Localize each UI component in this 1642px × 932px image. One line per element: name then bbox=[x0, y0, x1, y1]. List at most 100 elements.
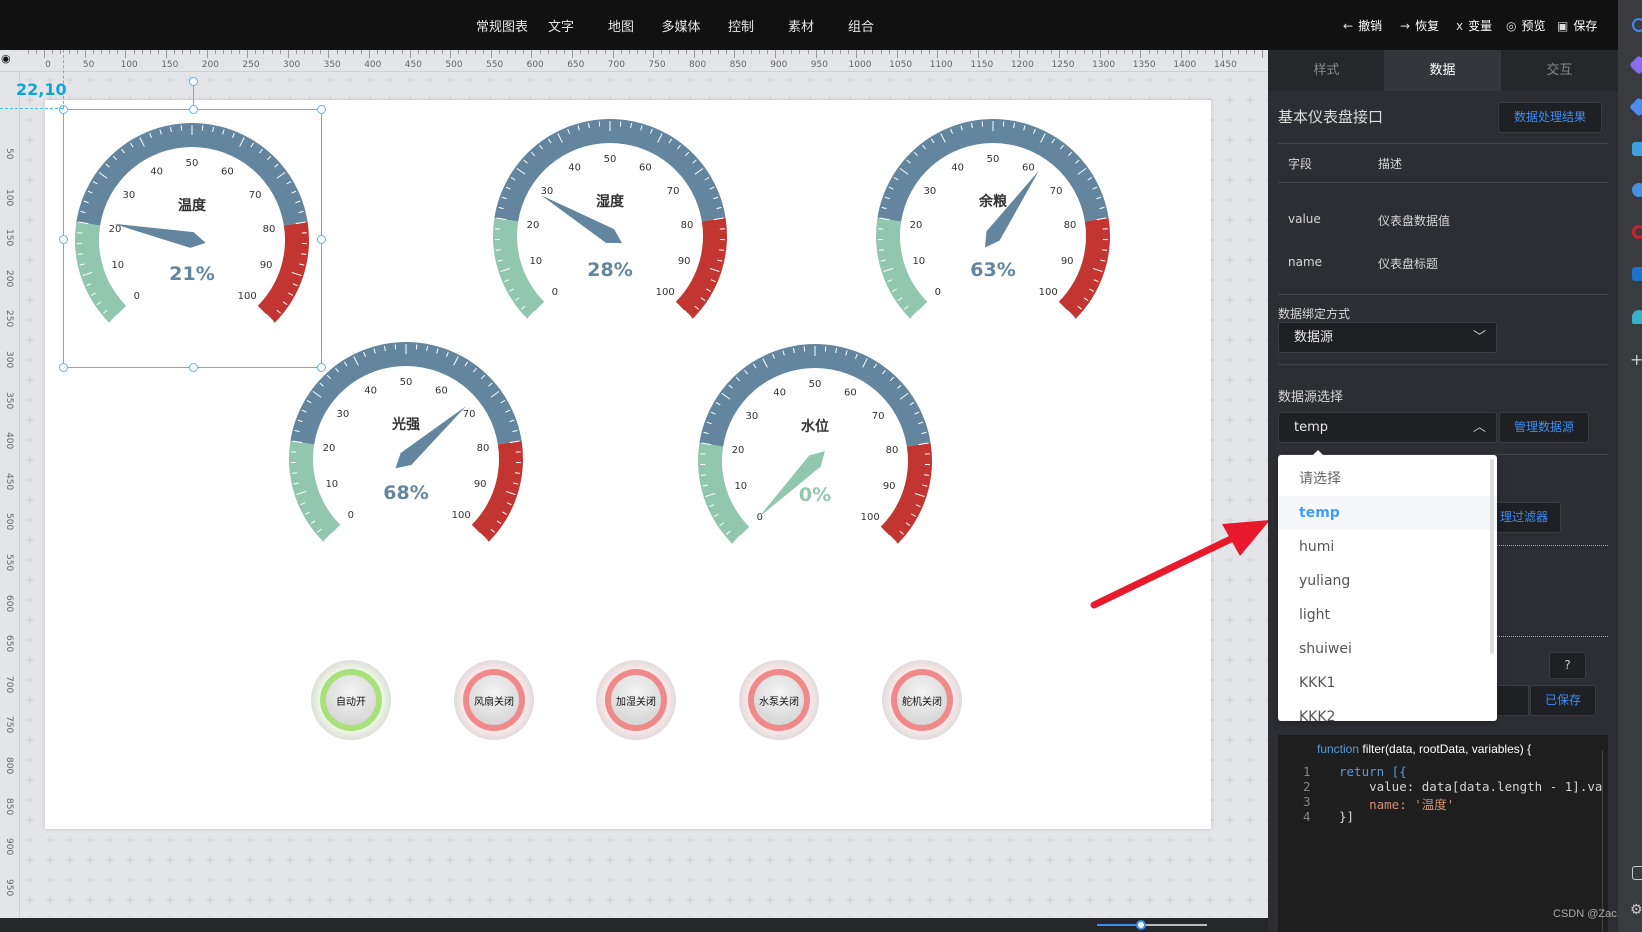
resize-handle[interactable] bbox=[189, 363, 198, 372]
editor-canvas[interactable]: 0 50 100 150 200 250 300 350 400 450 500 550 600 650 7… bbox=[0, 50, 1268, 918]
cloud-icon[interactable] bbox=[1632, 310, 1642, 324]
rotate-handle[interactable] bbox=[189, 77, 198, 86]
menu-charts[interactable]: 常规图表 bbox=[476, 16, 528, 35]
dropdown-option-shuiwei[interactable]: shuiwei bbox=[1278, 632, 1497, 666]
source-dropdown-menu: 请选择 temp humi yuliang light shuiwei KKK1… bbox=[1278, 455, 1497, 721]
dropdown-option-light[interactable]: light bbox=[1278, 598, 1497, 632]
menu-control[interactable]: 控制 bbox=[728, 16, 754, 35]
menu-text[interactable]: 文字 bbox=[548, 16, 574, 35]
editor-scrollbar[interactable] bbox=[1602, 750, 1603, 932]
gauge-tick-label: 50 bbox=[400, 377, 413, 388]
binding-select-value: 数据源 bbox=[1294, 330, 1334, 345]
switch-button[interactable]: 自动开 bbox=[311, 660, 391, 740]
menu-combo[interactable]: 组合 bbox=[848, 16, 874, 35]
resize-handle[interactable] bbox=[59, 235, 68, 244]
position-readout: 22,10 bbox=[16, 80, 67, 99]
binding-select[interactable]: 数据源 ﹀ bbox=[1278, 322, 1497, 353]
resize-handle[interactable] bbox=[189, 105, 198, 114]
gauge-tick-label: 40 bbox=[364, 386, 377, 397]
gauge-tick-label: 50 bbox=[809, 379, 822, 390]
tab-interaction[interactable]: 交互 bbox=[1501, 50, 1618, 91]
gauge-band-high bbox=[675, 217, 727, 319]
zoom-slider[interactable] bbox=[1097, 920, 1207, 930]
resize-handle[interactable] bbox=[317, 363, 326, 372]
saved-button[interactable]: 已保存 bbox=[1530, 685, 1596, 716]
undo-button[interactable]: ← 撤销 bbox=[1343, 17, 1382, 34]
gauge-tick bbox=[700, 474, 706, 476]
right-icon-strip: + ⚙ bbox=[1618, 0, 1642, 932]
dropdown-option-humi[interactable]: humi bbox=[1278, 530, 1497, 564]
gauge-tick-label: 60 bbox=[639, 163, 652, 174]
gauge-tick-label: 0 bbox=[935, 287, 941, 298]
switch-label: 风扇关闭 bbox=[469, 675, 519, 725]
code-line: value: data[data.length - 1].va bbox=[1339, 779, 1603, 794]
dropdown-option-placeholder[interactable]: 请选择 bbox=[1278, 462, 1497, 496]
diamond-icon[interactable] bbox=[1629, 97, 1642, 117]
eye-icon: ◎ bbox=[1506, 19, 1517, 33]
gauge-tick-label: 60 bbox=[1022, 163, 1035, 174]
gauge-tick-label: 40 bbox=[951, 163, 964, 174]
chevron-down-icon: ﹀ bbox=[1472, 330, 1486, 345]
manage-source-button[interactable]: 管理数据源 bbox=[1499, 412, 1589, 443]
source-select[interactable]: temp ︿ bbox=[1278, 412, 1497, 443]
variable-icon: x bbox=[1456, 19, 1464, 33]
switch-button[interactable]: 加湿关闭 bbox=[596, 660, 676, 740]
gauge-tick-label: 20 bbox=[323, 443, 336, 454]
gauge-tick-label: 80 bbox=[886, 445, 899, 456]
field-name: name bbox=[1288, 255, 1323, 269]
sparkle-icon[interactable] bbox=[1629, 55, 1642, 75]
toolbox-icon[interactable] bbox=[1632, 142, 1642, 156]
user-icon[interactable] bbox=[1632, 183, 1642, 197]
gauge-band-high bbox=[880, 442, 932, 544]
gauge-tick-label: 20 bbox=[527, 220, 540, 231]
filter-code-editor[interactable]: function filter(data, rootData, variable… bbox=[1278, 735, 1608, 932]
line-number: 1 bbox=[1303, 764, 1311, 779]
menu-media[interactable]: 多媒体 bbox=[661, 16, 700, 35]
divider bbox=[1278, 143, 1608, 144]
settings-gear-icon[interactable]: ⚙ bbox=[1630, 902, 1642, 918]
selection-box[interactable] bbox=[59, 77, 326, 372]
outlook-icon[interactable] bbox=[1632, 267, 1642, 281]
preview-label: 预览 bbox=[1521, 19, 1546, 33]
zoom-slider-handle[interactable] bbox=[1136, 920, 1146, 930]
resize-handle[interactable] bbox=[317, 235, 326, 244]
field-desc: 仪表盘数据值 bbox=[1378, 214, 1451, 228]
save-button[interactable]: ▣ 保存 bbox=[1557, 17, 1597, 34]
gauge-title: 光强 bbox=[391, 416, 420, 433]
data-result-button[interactable]: 数据处理结果 bbox=[1498, 102, 1602, 133]
gauge-tick-label: 30 bbox=[541, 186, 554, 197]
chevron-up-icon: ︿ bbox=[1472, 420, 1486, 435]
undo-label: 撤销 bbox=[1358, 19, 1383, 33]
switch-button[interactable]: 舵机关闭 bbox=[882, 660, 962, 740]
menu-assets[interactable]: 素材 bbox=[788, 16, 814, 35]
gauge-band-high bbox=[1058, 217, 1111, 319]
dropdown-option-kkk1[interactable]: KKK1 bbox=[1278, 666, 1497, 700]
dropdown-option-kkk2[interactable]: KKK2 bbox=[1278, 700, 1497, 721]
redo-button[interactable]: → 恢复 bbox=[1400, 17, 1439, 34]
dropdown-option-yuliang[interactable]: yuliang bbox=[1278, 564, 1497, 598]
switch-button[interactable]: 水泵关闭 bbox=[739, 660, 819, 740]
tab-data[interactable]: 数据 bbox=[1384, 50, 1501, 91]
resize-handle[interactable] bbox=[59, 363, 68, 372]
field-name: value bbox=[1288, 212, 1321, 226]
menu-map[interactable]: 地图 bbox=[608, 16, 634, 35]
help-button[interactable]: ? bbox=[1549, 652, 1586, 679]
search-icon[interactable] bbox=[1632, 18, 1642, 32]
gauge-tick bbox=[495, 249, 501, 251]
add-icon[interactable]: + bbox=[1630, 350, 1642, 369]
gauge-tick-label: 80 bbox=[681, 220, 694, 231]
gauge-tick-label: 30 bbox=[746, 411, 759, 422]
preview-button[interactable]: ◎ 预览 bbox=[1506, 17, 1546, 34]
dropdown-option-temp[interactable]: temp bbox=[1278, 496, 1497, 530]
tab-style[interactable]: 样式 bbox=[1268, 50, 1385, 91]
switch-button[interactable]: 风扇关闭 bbox=[454, 660, 534, 740]
exit-icon[interactable] bbox=[1632, 866, 1642, 880]
dropdown-scrollbar[interactable] bbox=[1490, 459, 1494, 654]
office-icon[interactable] bbox=[1632, 225, 1642, 239]
variables-button[interactable]: x 变量 bbox=[1456, 17, 1492, 34]
gauge-band-low bbox=[493, 217, 545, 319]
resize-handle[interactable] bbox=[317, 105, 326, 114]
function-signature: function filter(data, rootData, variable… bbox=[1317, 742, 1531, 756]
gauge-band-low bbox=[289, 440, 341, 542]
gauge-band-low bbox=[876, 217, 928, 319]
